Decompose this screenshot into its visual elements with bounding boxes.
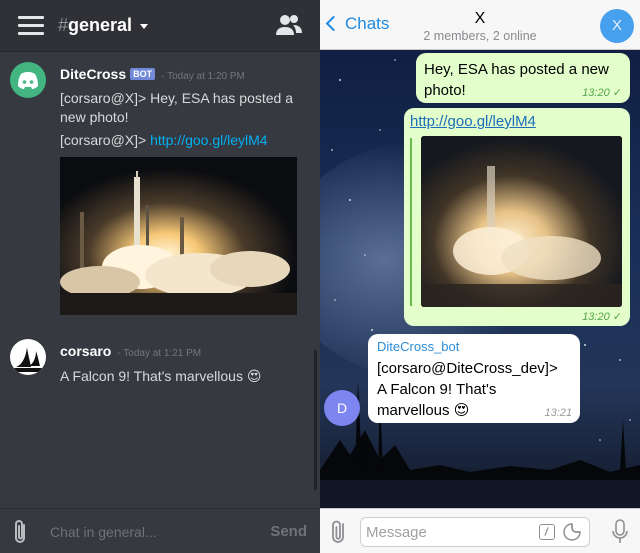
message-link-line: [corsaro@X]> http://goo.gl/leylM4 [60, 129, 268, 152]
message-text-line: new photo! [60, 109, 129, 125]
link-prefix: [corsaro@X]> [60, 132, 151, 148]
check-icon: ✓ [612, 311, 622, 323]
message-link[interactable]: http://goo.gl/leylM4 [410, 113, 536, 130]
message-time: 13:21 [544, 407, 572, 419]
ship-logo-icon [14, 347, 42, 372]
message-line: A Falcon 9! That's [377, 381, 497, 398]
rocket-launch-photo[interactable] [60, 157, 297, 315]
message-timestamp: - Today at 1:20 PM [161, 71, 245, 82]
incoming-message[interactable]: DiteCross_bot [corsaro@DiteCross_dev]> A… [368, 334, 580, 423]
message-time: 13:20 ✓ [582, 310, 622, 323]
chat-input[interactable]: Chat in general... [50, 524, 157, 540]
outgoing-link-message[interactable]: http://goo.gl/leylM4 13:20 ✓ [404, 108, 630, 326]
attach-icon[interactable] [330, 519, 348, 545]
channel-name: general [68, 15, 133, 35]
discord-logo-icon [18, 72, 38, 89]
discord-logo-avatar[interactable] [10, 62, 46, 98]
message-author[interactable]: DiteCross BOT - Today at 1:20 PM [60, 66, 245, 82]
message-time: 13:20 ✓ [582, 86, 622, 99]
members-icon[interactable] [276, 14, 302, 36]
blurred-rocket-preview[interactable] [421, 136, 622, 307]
time-text: 13:20 [582, 87, 610, 99]
telegram-panel: Chats X 2 members, 2 online X Hey, ESA h… [320, 0, 640, 553]
channel-hash: # [58, 15, 69, 35]
preview-accent-bar [410, 138, 412, 306]
chat-subtitle: 2 members, 2 online [423, 29, 537, 43]
attach-icon[interactable] [12, 519, 30, 545]
message-link[interactable]: http://goo.gl/leylM4 [150, 132, 268, 148]
discord-panel: #general DiteCross BOT - Today at 1:20 PM [0, 0, 320, 553]
sender-avatar[interactable]: D [324, 390, 360, 426]
chat-avatar[interactable]: X [600, 9, 634, 43]
message-author[interactable]: corsaro - Today at 1:21 PM [60, 343, 201, 359]
send-button[interactable]: Send [270, 523, 307, 540]
message-text: A Falcon 9! That's marvellous 😍 [60, 365, 261, 388]
corsaro-avatar[interactable] [10, 339, 46, 375]
message-input[interactable]: Message [360, 517, 590, 547]
chat-title[interactable]: X [320, 10, 640, 28]
microphone-icon[interactable] [612, 519, 628, 545]
rocket-launch-image [60, 157, 297, 315]
discord-header: #general [0, 0, 320, 52]
heart-eyes-emoji: 😍 [453, 402, 470, 419]
split-screen: #general DiteCross BOT - Today at 1:20 PM [0, 0, 640, 553]
message-text-content: A Falcon 9! That's marvellous [60, 368, 243, 384]
preview-image [421, 136, 622, 307]
message-line-text: marvellous [377, 402, 450, 419]
bot-badge: BOT [130, 68, 156, 80]
message-placeholder: Message [366, 524, 427, 541]
message-timestamp: - Today at 1:21 PM [117, 348, 202, 359]
outgoing-message[interactable]: Hey, ESA has posted a new photo! 13:20 ✓ [416, 53, 630, 103]
check-icon: ✓ [612, 87, 622, 99]
channel-selector[interactable]: #general [58, 15, 149, 36]
hamburger-icon[interactable] [18, 16, 44, 36]
bot-command-icon[interactable] [539, 524, 555, 540]
chevron-down-icon [140, 23, 149, 29]
heart-eyes-emoji: 😍 [246, 368, 262, 384]
sticker-icon[interactable] [563, 523, 581, 541]
sender-name[interactable]: DiteCross_bot [377, 339, 459, 354]
discord-input-bar: Chat in general... Send [0, 508, 320, 553]
author-name[interactable]: corsaro [60, 343, 111, 359]
time-text: 13:20 [582, 311, 610, 323]
scrollbar[interactable] [314, 350, 317, 490]
author-name[interactable]: DiteCross [60, 66, 126, 82]
slash-icon [544, 527, 549, 536]
telegram-header: Chats X 2 members, 2 online X [320, 0, 640, 50]
telegram-input-bar: Message [320, 508, 640, 553]
message-line: [corsaro@DiteCross_dev]> [377, 360, 558, 377]
